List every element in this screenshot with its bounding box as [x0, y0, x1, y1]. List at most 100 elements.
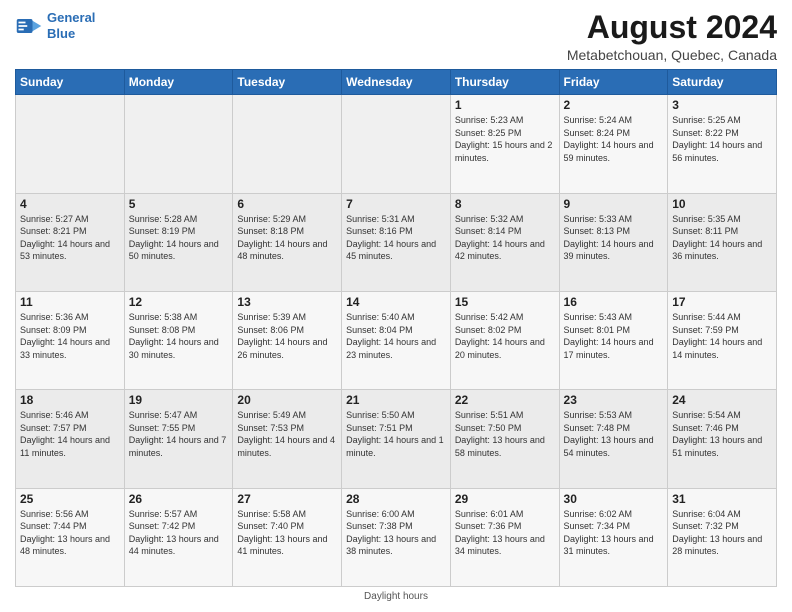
calendar-day-header: Monday	[124, 70, 233, 95]
day-number: 27	[237, 492, 337, 506]
day-info: Sunrise: 5:40 AM Sunset: 8:04 PM Dayligh…	[346, 311, 446, 361]
day-info: Sunrise: 5:25 AM Sunset: 8:22 PM Dayligh…	[672, 114, 772, 164]
calendar-cell: 5 Sunrise: 5:28 AM Sunset: 8:19 PM Daylig…	[124, 193, 233, 291]
day-number: 7	[346, 197, 446, 211]
day-number: 18	[20, 393, 120, 407]
calendar-day-header: Thursday	[450, 70, 559, 95]
day-info: Sunrise: 5:31 AM Sunset: 8:16 PM Dayligh…	[346, 213, 446, 263]
calendar-cell: 18 Sunrise: 5:46 AM Sunset: 7:57 PM Dayli…	[16, 390, 125, 488]
day-number: 6	[237, 197, 337, 211]
calendar-day-header: Sunday	[16, 70, 125, 95]
logo-icon	[15, 12, 43, 40]
day-number: 17	[672, 295, 772, 309]
day-number: 4	[20, 197, 120, 211]
day-number: 28	[346, 492, 446, 506]
day-number: 15	[455, 295, 555, 309]
day-number: 10	[672, 197, 772, 211]
day-number: 26	[129, 492, 229, 506]
logo-text: General Blue	[47, 10, 95, 41]
day-info: Sunrise: 5:23 AM Sunset: 8:25 PM Dayligh…	[455, 114, 555, 164]
calendar-week-row: 18 Sunrise: 5:46 AM Sunset: 7:57 PM Dayli…	[16, 390, 777, 488]
calendar-cell: 15Sunrise: 5:42 AM Sunset: 8:02 PM Dayli…	[450, 291, 559, 389]
day-info: Sunrise: 5:36 AM Sunset: 8:09 PM Dayligh…	[20, 311, 120, 361]
day-info: Sunrise: 5:39 AM Sunset: 8:06 PM Dayligh…	[237, 311, 337, 361]
calendar-week-row: 4 Sunrise: 5:27 AM Sunset: 8:21 PM Daylig…	[16, 193, 777, 291]
day-number: 30	[564, 492, 664, 506]
calendar-cell: 16 Sunrise: 5:43 AM Sunset: 8:01 PM Dayli…	[559, 291, 668, 389]
calendar-cell	[16, 95, 125, 193]
logo: General Blue	[15, 10, 95, 41]
footer-note: Daylight hours	[15, 591, 777, 602]
day-info: Sunrise: 5:29 AM Sunset: 8:18 PM Dayligh…	[237, 213, 337, 263]
calendar-day-header: Friday	[559, 70, 668, 95]
calendar-cell: 20 Sunrise: 5:49 AM Sunset: 7:53 PM Dayli…	[233, 390, 342, 488]
day-number: 31	[672, 492, 772, 506]
calendar-cell: 26Sunrise: 5:57 AM Sunset: 7:42 PM Dayli…	[124, 488, 233, 586]
title-block: August 2024 Metabetchouan, Quebec, Canad…	[567, 10, 777, 63]
day-info: Sunrise: 5:24 AM Sunset: 8:24 PM Dayligh…	[564, 114, 664, 164]
day-info: Sunrise: 5:35 AM Sunset: 8:11 PM Dayligh…	[672, 213, 772, 263]
calendar-cell	[342, 95, 451, 193]
day-info: Sunrise: 5:43 AM Sunset: 8:01 PM Dayligh…	[564, 311, 664, 361]
day-info: Sunrise: 5:50 AM Sunset: 7:51 PM Dayligh…	[346, 409, 446, 459]
day-number: 19	[129, 393, 229, 407]
day-number: 5	[129, 197, 229, 211]
calendar-cell: 9 Sunrise: 5:33 AM Sunset: 8:13 PM Daylig…	[559, 193, 668, 291]
calendar-cell: 11 Sunrise: 5:36 AM Sunset: 8:09 PM Dayli…	[16, 291, 125, 389]
calendar-cell: 10 Sunrise: 5:35 AM Sunset: 8:11 PM Dayli…	[668, 193, 777, 291]
calendar-cell: 30 Sunrise: 6:02 AM Sunset: 7:34 PM Dayli…	[559, 488, 668, 586]
day-info: Sunrise: 5:28 AM Sunset: 8:19 PM Dayligh…	[129, 213, 229, 263]
calendar-cell: 3 Sunrise: 5:25 AM Sunset: 8:22 PM Daylig…	[668, 95, 777, 193]
day-number: 11	[20, 295, 120, 309]
calendar-cell	[233, 95, 342, 193]
day-number: 2	[564, 98, 664, 112]
page: General Blue August 2024 Metabetchouan, …	[0, 0, 792, 612]
day-info: Sunrise: 5:32 AM Sunset: 8:14 PM Dayligh…	[455, 213, 555, 263]
calendar-cell: 14 Sunrise: 5:40 AM Sunset: 8:04 PM Dayli…	[342, 291, 451, 389]
day-number: 20	[237, 393, 337, 407]
day-number: 29	[455, 492, 555, 506]
day-info: Sunrise: 5:46 AM Sunset: 7:57 PM Dayligh…	[20, 409, 120, 459]
day-number: 12	[129, 295, 229, 309]
calendar-cell: 21Sunrise: 5:50 AM Sunset: 7:51 PM Dayli…	[342, 390, 451, 488]
day-info: Sunrise: 5:49 AM Sunset: 7:53 PM Dayligh…	[237, 409, 337, 459]
day-info: Sunrise: 5:53 AM Sunset: 7:48 PM Dayligh…	[564, 409, 664, 459]
calendar-header-row: SundayMondayTuesdayWednesdayThursdayFrid…	[16, 70, 777, 95]
calendar-week-row: 25 Sunrise: 5:56 AM Sunset: 7:44 PM Dayli…	[16, 488, 777, 586]
day-number: 8	[455, 197, 555, 211]
day-info: Sunrise: 5:56 AM Sunset: 7:44 PM Dayligh…	[20, 508, 120, 558]
calendar-cell: 29 Sunrise: 6:01 AM Sunset: 7:36 PM Dayli…	[450, 488, 559, 586]
day-number: 14	[346, 295, 446, 309]
day-info: Sunrise: 5:58 AM Sunset: 7:40 PM Dayligh…	[237, 508, 337, 558]
calendar-cell: 13 Sunrise: 5:39 AM Sunset: 8:06 PM Dayli…	[233, 291, 342, 389]
calendar-cell: 28 Sunrise: 6:00 AM Sunset: 7:38 PM Dayli…	[342, 488, 451, 586]
calendar-cell: 2 Sunrise: 5:24 AM Sunset: 8:24 PM Daylig…	[559, 95, 668, 193]
calendar-cell	[124, 95, 233, 193]
calendar-cell: 1 Sunrise: 5:23 AM Sunset: 8:25 PM Daylig…	[450, 95, 559, 193]
calendar-cell: 4 Sunrise: 5:27 AM Sunset: 8:21 PM Daylig…	[16, 193, 125, 291]
day-number: 25	[20, 492, 120, 506]
calendar-week-row: 11 Sunrise: 5:36 AM Sunset: 8:09 PM Dayli…	[16, 291, 777, 389]
calendar-cell: 12Sunrise: 5:38 AM Sunset: 8:08 PM Dayli…	[124, 291, 233, 389]
calendar-week-row: 1 Sunrise: 5:23 AM Sunset: 8:25 PM Daylig…	[16, 95, 777, 193]
calendar-cell: 7 Sunrise: 5:31 AM Sunset: 8:16 PM Daylig…	[342, 193, 451, 291]
day-info: Sunrise: 6:02 AM Sunset: 7:34 PM Dayligh…	[564, 508, 664, 558]
day-info: Sunrise: 6:00 AM Sunset: 7:38 PM Dayligh…	[346, 508, 446, 558]
day-info: Sunrise: 5:51 AM Sunset: 7:50 PM Dayligh…	[455, 409, 555, 459]
day-info: Sunrise: 5:44 AM Sunset: 7:59 PM Dayligh…	[672, 311, 772, 361]
day-number: 9	[564, 197, 664, 211]
day-number: 1	[455, 98, 555, 112]
day-number: 3	[672, 98, 772, 112]
day-info: Sunrise: 5:54 AM Sunset: 7:46 PM Dayligh…	[672, 409, 772, 459]
logo-line1: General	[47, 10, 95, 25]
calendar-cell: 31Sunrise: 6:04 AM Sunset: 7:32 PM Dayli…	[668, 488, 777, 586]
day-number: 13	[237, 295, 337, 309]
day-info: Sunrise: 6:01 AM Sunset: 7:36 PM Dayligh…	[455, 508, 555, 558]
subtitle: Metabetchouan, Quebec, Canada	[567, 47, 777, 63]
day-number: 16	[564, 295, 664, 309]
day-info: Sunrise: 5:27 AM Sunset: 8:21 PM Dayligh…	[20, 213, 120, 263]
calendar-cell: 24Sunrise: 5:54 AM Sunset: 7:46 PM Dayli…	[668, 390, 777, 488]
calendar-day-header: Saturday	[668, 70, 777, 95]
calendar-cell: 6 Sunrise: 5:29 AM Sunset: 8:18 PM Daylig…	[233, 193, 342, 291]
day-info: Sunrise: 5:33 AM Sunset: 8:13 PM Dayligh…	[564, 213, 664, 263]
